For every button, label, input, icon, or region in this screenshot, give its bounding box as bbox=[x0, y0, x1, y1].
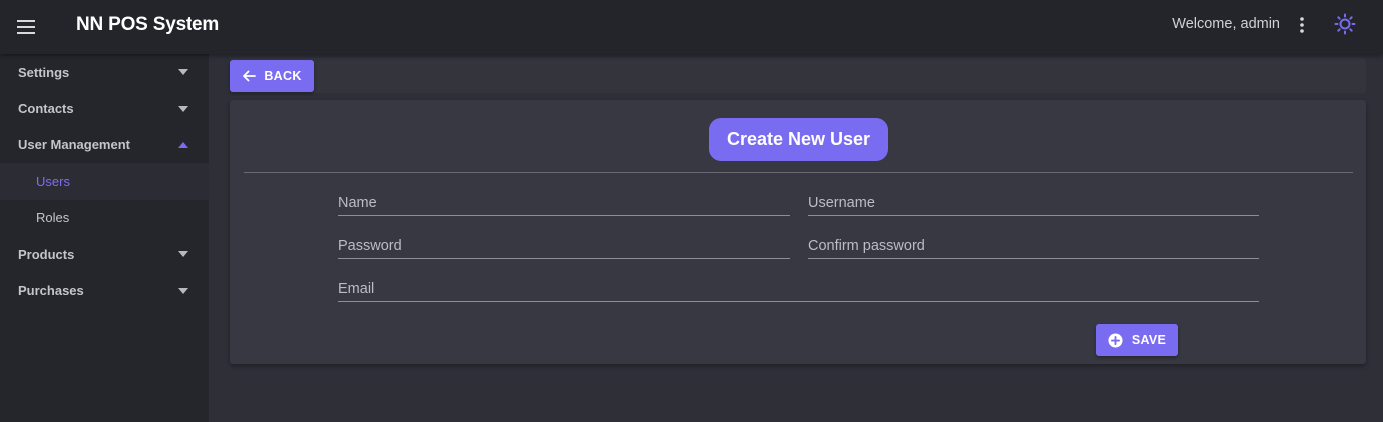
confirm-password-input[interactable] bbox=[808, 231, 1259, 258]
sidebar-item-products[interactable]: Products bbox=[0, 236, 209, 272]
sidebar-item-settings[interactable]: Settings bbox=[0, 54, 209, 90]
sidebar-item-roles[interactable]: Roles bbox=[0, 200, 209, 236]
caret-down-icon bbox=[178, 287, 188, 294]
confirm-password-field[interactable] bbox=[808, 231, 1259, 259]
username-field[interactable] bbox=[808, 188, 1259, 216]
caret-up-icon bbox=[178, 141, 188, 148]
title-divider bbox=[244, 172, 1353, 173]
sidebar-item-purchases[interactable]: Purchases bbox=[0, 272, 209, 308]
sidebar: Settings Contacts User Management Users … bbox=[0, 54, 209, 422]
sidebar-item-label: Settings bbox=[18, 64, 70, 80]
welcome-text: Welcome, admin bbox=[1172, 16, 1280, 32]
app-title: NN POS System bbox=[76, 14, 220, 35]
arrow-left-icon bbox=[243, 70, 257, 82]
sidebar-item-contacts[interactable]: Contacts bbox=[0, 90, 209, 126]
back-toolbar bbox=[230, 58, 1366, 93]
sidebar-item-label: Users bbox=[36, 173, 70, 189]
page-title: Create New User bbox=[709, 118, 888, 161]
password-input[interactable] bbox=[338, 231, 790, 258]
sidebar-item-label: Contacts bbox=[18, 101, 74, 117]
more-vert-icon[interactable] bbox=[1290, 13, 1314, 37]
save-button-label: SAVE bbox=[1131, 333, 1167, 347]
email-input[interactable] bbox=[338, 274, 1259, 301]
sidebar-item-label: Products bbox=[18, 246, 75, 262]
back-button[interactable]: BACK bbox=[230, 60, 314, 92]
save-button[interactable]: SAVE bbox=[1096, 324, 1178, 356]
name-input[interactable] bbox=[338, 188, 790, 215]
email-field[interactable] bbox=[338, 274, 1259, 302]
sidebar-item-users[interactable]: Users bbox=[0, 163, 209, 200]
username-input[interactable] bbox=[808, 188, 1259, 215]
back-button-label: BACK bbox=[264, 69, 302, 83]
caret-down-icon bbox=[178, 251, 188, 258]
name-field[interactable] bbox=[338, 188, 790, 216]
plus-circle-icon bbox=[1108, 332, 1123, 348]
caret-down-icon bbox=[178, 105, 188, 112]
sun-icon[interactable] bbox=[1332, 11, 1358, 37]
caret-down-icon bbox=[178, 69, 188, 76]
hamburger-menu-icon[interactable] bbox=[14, 15, 38, 39]
password-field[interactable] bbox=[338, 231, 790, 259]
sidebar-item-label: User Management bbox=[18, 137, 130, 153]
sidebar-item-label: Roles bbox=[36, 210, 70, 226]
app-bar: NN POS System Welcome, admin bbox=[0, 0, 1383, 54]
sidebar-item-user-management[interactable]: User Management bbox=[0, 127, 209, 163]
sidebar-item-label: Purchases bbox=[18, 283, 84, 299]
